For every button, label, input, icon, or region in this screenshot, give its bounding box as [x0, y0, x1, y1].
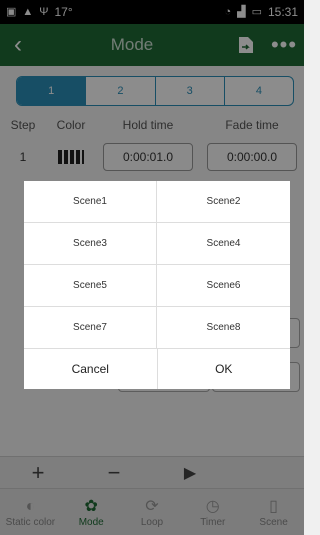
scene-option[interactable]: Scene2: [157, 181, 290, 223]
dialog-actions: Cancel OK: [24, 349, 290, 389]
scene-option[interactable]: Scene3: [24, 223, 157, 265]
scene-option[interactable]: Scene5: [24, 265, 157, 307]
scene-option[interactable]: Scene1: [24, 181, 157, 223]
scene-picker-dialog: Scene1 Scene2 Scene3 Scene4 Scene5 Scene…: [24, 181, 290, 389]
scene-option[interactable]: Scene4: [157, 223, 290, 265]
scene-option[interactable]: Scene7: [24, 307, 157, 349]
cancel-button[interactable]: Cancel: [24, 349, 158, 389]
ok-button[interactable]: OK: [158, 349, 291, 389]
scene-option[interactable]: Scene6: [157, 265, 290, 307]
scene-grid: Scene1 Scene2 Scene3 Scene4 Scene5 Scene…: [24, 181, 290, 349]
scene-option[interactable]: Scene8: [157, 307, 290, 349]
